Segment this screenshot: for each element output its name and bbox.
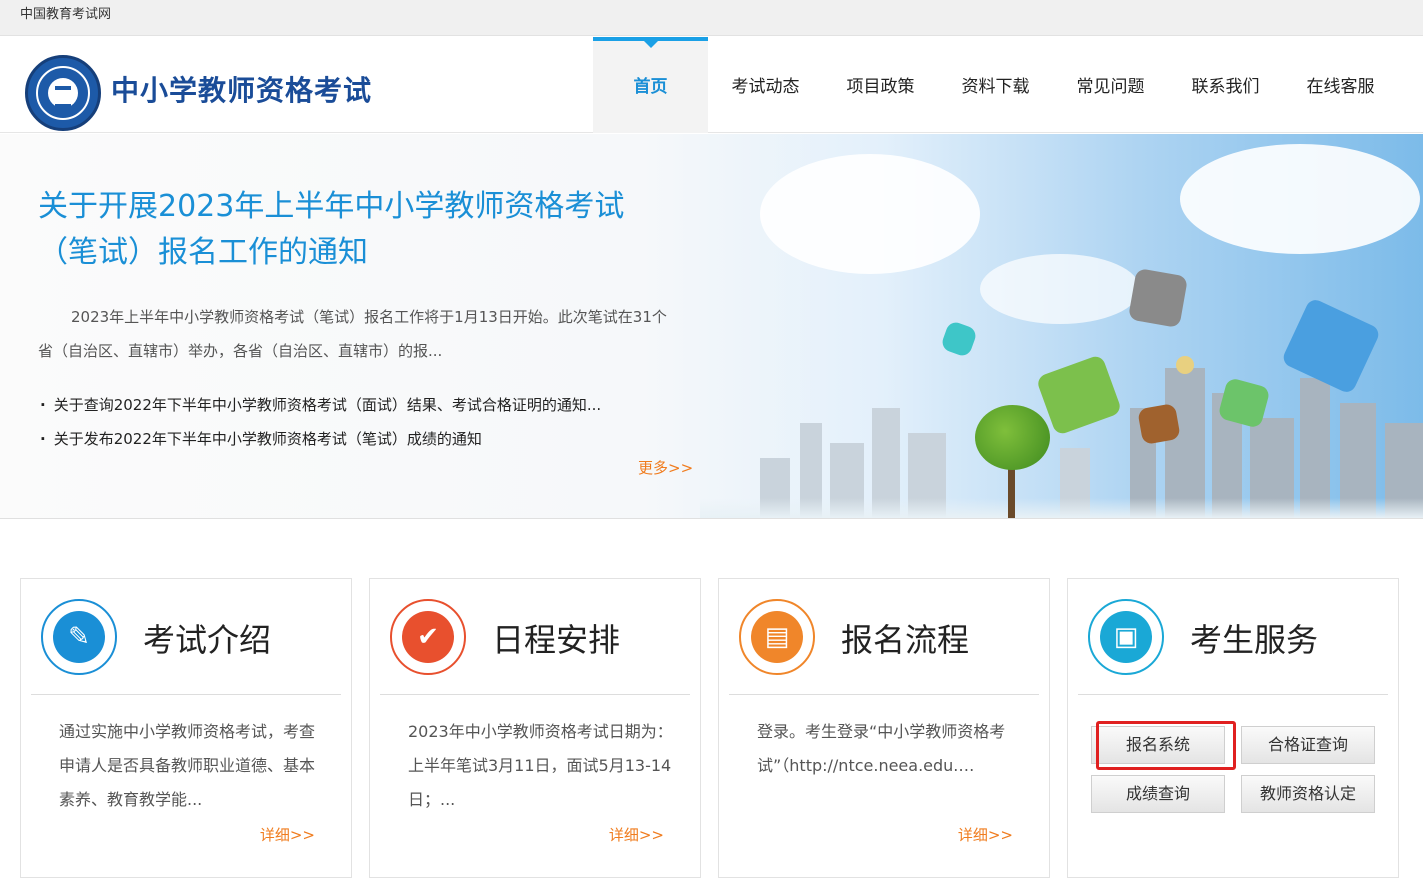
cloud-shape: [980, 254, 1140, 324]
active-caret-icon: [643, 41, 658, 48]
floating-cube-icon: [1137, 402, 1181, 446]
card-more-link[interactable]: 详细>>: [260, 824, 315, 845]
card-more-link[interactable]: 详细>>: [958, 824, 1013, 845]
hero-headline[interactable]: 关于开展2023年上半年中小学教师资格考试（笔试）报名工作的通知: [38, 184, 678, 276]
score-query-button[interactable]: 成绩查询: [1091, 775, 1225, 813]
cloud-shape: [1180, 144, 1420, 254]
certificate-query-button[interactable]: 合格证查询: [1241, 726, 1375, 764]
building-shape: [1165, 368, 1205, 518]
divider: [31, 694, 341, 695]
registration-system-button[interactable]: 报名系统: [1091, 726, 1225, 764]
nav-exam-news[interactable]: 考试动态: [708, 37, 823, 133]
tree-icon: [975, 405, 1050, 470]
building-shape: [1300, 378, 1330, 518]
news-item[interactable]: 关于发布2022年下半年中小学教师资格考试（笔试）成绩的通知: [40, 422, 690, 456]
card-body: 2023年中小学教师资格考试日期为：上半年笔试3月11日，面试5月13-14日；…: [408, 722, 673, 809]
ground-fade: [700, 498, 1423, 518]
nav-faq[interactable]: 常见问题: [1053, 37, 1168, 133]
piano-cube-icon: [1127, 267, 1189, 329]
checkmark-icon: ✔: [390, 599, 466, 675]
teacher-certification-button[interactable]: 教师资格认定: [1241, 775, 1375, 813]
header: 中小学教师资格考试 首页 考试动态 项目政策 资料下载 常见问题 联系我们 在线…: [0, 37, 1423, 133]
nav-online-service[interactable]: 在线客服: [1283, 37, 1398, 133]
document-pen-icon: ✎: [41, 599, 117, 675]
card-registration-process: ▤ 报名流程 登录。考生登录“中小学教师资格考试”（http://ntce.ne…: [718, 578, 1050, 878]
contact-book-icon: ▣: [1088, 599, 1164, 675]
form-icon: ▤: [739, 599, 815, 675]
logo-emblem-icon[interactable]: [25, 55, 101, 131]
nav-policy[interactable]: 项目政策: [823, 37, 938, 133]
floating-cube-icon: [1176, 356, 1194, 374]
divider: [1078, 694, 1388, 695]
card-title: 考试介绍: [143, 621, 272, 659]
hero-news-list: 关于查询2022年下半年中小学教师资格考试（面试）结果、考试合格证明的通知...…: [40, 388, 690, 456]
top-bar: 中国教育考试网: [0, 0, 1423, 36]
divider: [380, 694, 690, 695]
nav-contact[interactable]: 联系我们: [1168, 37, 1283, 133]
card-exam-intro: ✎ 考试介绍 通过实施中小学教师资格考试，考查申请人是否具备教师职业道德、基本素…: [20, 578, 352, 878]
hero-more-link[interactable]: 更多>>: [638, 457, 693, 478]
card-body: 通过实施中小学教师资格考试，考查申请人是否具备教师职业道德、基本素养、教育教学能…: [59, 722, 316, 809]
site-title[interactable]: 中小学教师资格考试: [111, 69, 372, 109]
divider: [729, 694, 1039, 695]
hero-banner: 关于开展2023年上半年中小学教师资格考试（笔试）报名工作的通知 2023年上半…: [0, 134, 1423, 519]
music-cube-icon: [1280, 296, 1382, 396]
floating-cube-icon: [939, 319, 979, 359]
news-item[interactable]: 关于查询2022年下半年中小学教师资格考试（面试）结果、考试合格证明的通知...: [40, 388, 690, 422]
card-title: 报名流程: [841, 621, 970, 659]
main-nav: 首页 考试动态 项目政策 资料下载 常见问题 联系我们 在线客服: [593, 37, 1398, 133]
floating-cube-icon: [1035, 353, 1123, 437]
nav-downloads[interactable]: 资料下载: [938, 37, 1053, 133]
card-title: 考生服务: [1190, 621, 1319, 659]
site-name[interactable]: 中国教育考试网: [20, 7, 111, 22]
card-body: 登录。考生登录“中小学教师资格考试”（http://ntce.neea.edu.…: [757, 722, 1006, 775]
nav-home[interactable]: 首页: [593, 37, 708, 133]
hero-description: 2023年上半年中小学教师资格考试（笔试）报名工作将于1月13日开始。此次笔试在…: [38, 308, 667, 360]
card-more-link[interactable]: 详细>>: [609, 824, 664, 845]
card-title: 日程安排: [492, 621, 621, 659]
cloud-shape: [760, 154, 980, 274]
card-schedule: ✔ 日程安排 2023年中小学教师资格考试日期为：上半年笔试3月11日，面试5月…: [369, 578, 701, 878]
